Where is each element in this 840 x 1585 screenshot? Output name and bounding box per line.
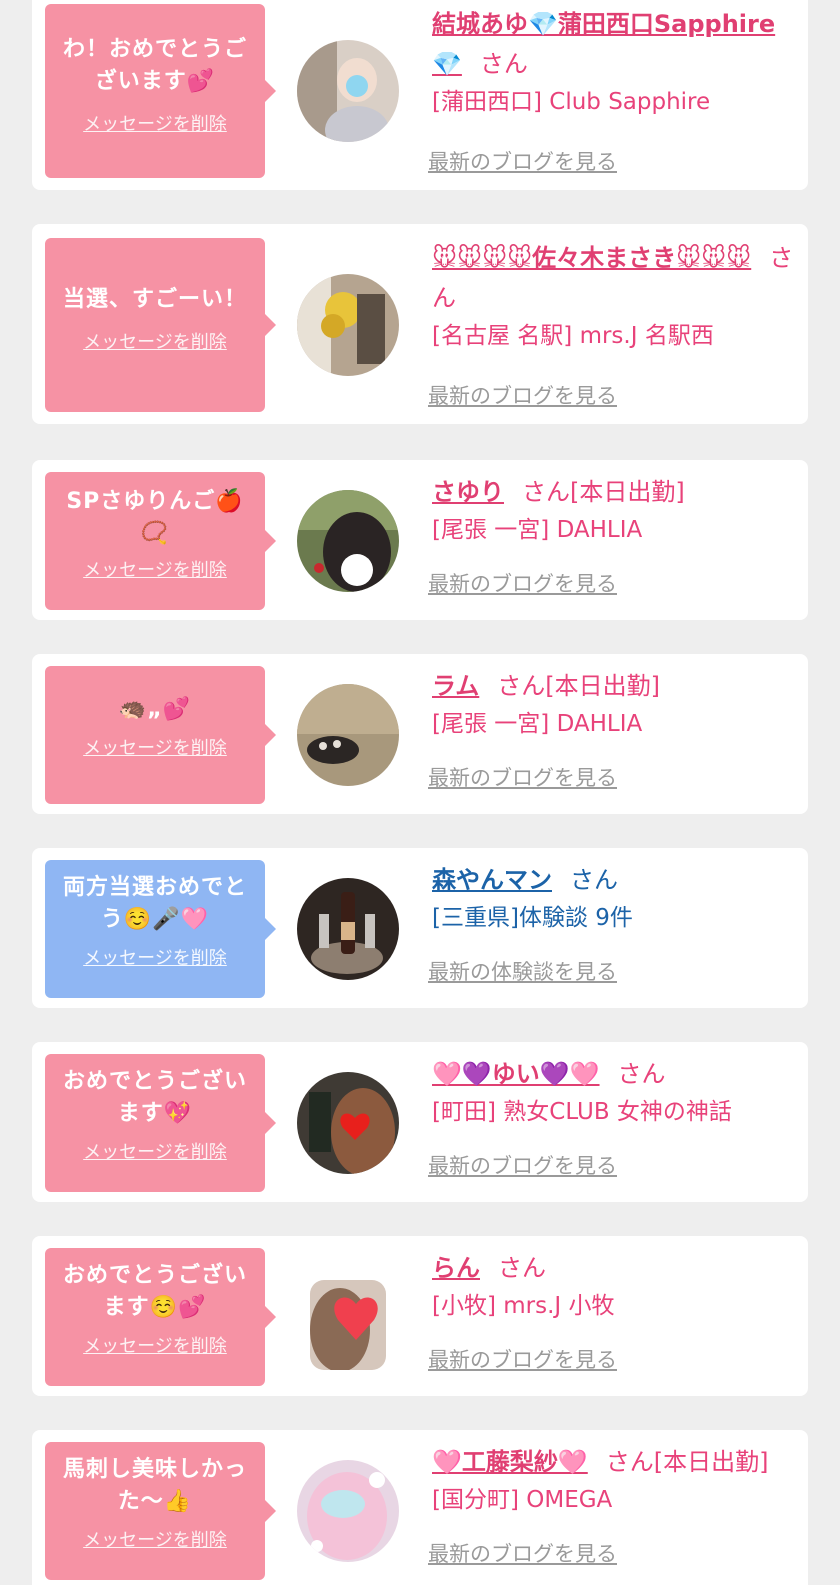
honorific-text: さん [498, 1254, 546, 1282]
message-bubble: 当選、すごーい！ メッセージを削除 [45, 238, 276, 412]
honorific-text: さん [522, 478, 570, 506]
profile-name-link[interactable]: 森やんマン [432, 866, 552, 894]
message-text: おめでとうございます💖 [62, 1069, 247, 1126]
profile-info: さゆり さん[本日出勤] [尾張 一宮] DAHLIA [432, 472, 802, 546]
avatar-photo-icon [310, 1280, 386, 1370]
avatar[interactable] [297, 684, 399, 786]
message-bubble: わ！おめでとうございます💕 メッセージを削除 [45, 4, 276, 178]
latest-blog-link[interactable]: 最新のブログを見る [428, 146, 617, 176]
latest-blog-link[interactable]: 最新のブログを見る [428, 1538, 617, 1568]
profile-name-link[interactable]: 🐭🐭🐭🐭佐々木まさき🐭🐭🐭 [432, 244, 751, 272]
profile-info: 🩷💜ゆい💜🩷 さん [町田] 熟女CLUB 女神の神話 [432, 1054, 802, 1128]
latest-review-link[interactable]: 最新の体験談を見る [428, 956, 617, 986]
profile-name-link[interactable]: 🩷工藤梨紗🩷 [432, 1448, 588, 1476]
profile-name-link[interactable]: らん [432, 1254, 480, 1282]
avatar[interactable] [297, 490, 399, 592]
delete-message-link[interactable]: メッセージを削除 [55, 944, 255, 970]
message-bubble: SPさゆりんご🍎📿 メッセージを削除 [45, 472, 276, 610]
profile-info: 🩷工藤梨紗🩷 さん[本日出勤] [国分町] OMEGA [432, 1442, 802, 1516]
message-text: おめでとうございます☺️💕 [62, 1263, 247, 1320]
delete-message-link[interactable]: メッセージを削除 [55, 1138, 255, 1164]
list-item: 両方当選おめでとう☺️🎤🩷 メッセージを削除 森やんマン さん [三重県]体験談 … [32, 848, 808, 1008]
message-bubble: おめでとうございます☺️💕 メッセージを削除 [45, 1248, 276, 1386]
honorific-text: さん [497, 672, 546, 700]
message-text: 🦔„💕 [118, 697, 192, 722]
honorific-text: さん [570, 866, 618, 894]
avatar-photo-icon [297, 878, 399, 980]
avatar[interactable] [310, 1280, 386, 1370]
avatar-photo-icon [297, 490, 399, 592]
profile-name-link[interactable]: さゆり [432, 478, 504, 506]
latest-blog-link[interactable]: 最新のブログを見る [428, 1150, 617, 1180]
avatar-photo-icon [297, 1072, 399, 1174]
profile-info: 🐭🐭🐭🐭佐々木まさき🐭🐭🐭 さん [名古屋 名駅] mrs.J 名駅西 [432, 238, 802, 352]
message-bubble: 馬刺し美味しかった〜👍 メッセージを削除 [45, 1442, 276, 1580]
delete-message-link[interactable]: メッセージを削除 [55, 328, 255, 354]
avatar[interactable] [297, 40, 399, 142]
shop-text: [三重県]体験談 9件 [432, 905, 633, 931]
avatar[interactable] [297, 1460, 399, 1562]
message-bubble: おめでとうございます💖 メッセージを削除 [45, 1054, 276, 1192]
avatar-photo-icon [297, 684, 399, 786]
delete-message-link[interactable]: メッセージを削除 [55, 110, 255, 136]
shop-text: [名古屋 名駅] mrs.J 名駅西 [432, 323, 714, 349]
list-item: SPさゆりんご🍎📿 メッセージを削除 さゆり さん[本日出勤] [尾張 一宮] D… [32, 460, 808, 620]
list-item: わ！おめでとうございます💕 メッセージを削除 結城あゆ💎蒲田西口Sapphire… [32, 0, 808, 190]
delete-message-link[interactable]: メッセージを削除 [55, 1332, 255, 1358]
profile-name-link[interactable]: ラム [432, 672, 479, 700]
delete-message-link[interactable]: メッセージを削除 [55, 556, 255, 582]
shop-text: [小牧] mrs.J 小牧 [432, 1293, 615, 1319]
shop-text: [町田] 熟女CLUB 女神の神話 [432, 1099, 732, 1125]
avatar[interactable] [297, 1072, 399, 1174]
shop-text: [尾張 一宮] DAHLIA [432, 517, 643, 543]
avatar[interactable] [297, 274, 399, 376]
message-bubble: 両方当選おめでとう☺️🎤🩷 メッセージを削除 [45, 860, 276, 998]
latest-blog-link[interactable]: 最新のブログを見る [428, 1344, 617, 1374]
status-text: [本日出勤] [545, 672, 661, 700]
profile-info: ラム さん[本日出勤] [尾張 一宮] DAHLIA [432, 666, 802, 740]
delete-message-link[interactable]: メッセージを削除 [55, 1526, 255, 1552]
list-item: 馬刺し美味しかった〜👍 メッセージを削除 🩷工藤梨紗🩷 さん[本日出勤] [国分町… [32, 1430, 808, 1585]
list-item: 🦔„💕 メッセージを削除 ラム さん[本日出勤] [尾張 一宮] DAHLIA 最… [32, 654, 808, 814]
list-item: おめでとうございます💖 メッセージを削除 🩷💜ゆい💜🩷 さん [町田] 熟女CLU… [32, 1042, 808, 1202]
delete-message-link[interactable]: メッセージを削除 [55, 734, 255, 760]
message-bubble: 🦔„💕 メッセージを削除 [45, 666, 276, 804]
list-item: おめでとうございます☺️💕 メッセージを削除 らん さん [小牧] mrs.J 小… [32, 1236, 808, 1396]
message-text: 当選、すごーい！ [62, 287, 247, 312]
message-text: わ！おめでとうございます💕 [62, 37, 247, 94]
profile-info: らん さん [小牧] mrs.J 小牧 [432, 1248, 802, 1322]
shop-text: [尾張 一宮] DAHLIA [432, 711, 643, 737]
shop-text: [蒲田西口] Club Sapphire [432, 89, 711, 115]
latest-blog-link[interactable]: 最新のブログを見る [428, 568, 617, 598]
profile-info: 森やんマン さん [三重県]体験談 9件 [432, 860, 802, 934]
honorific-text: さん [605, 1448, 654, 1476]
avatar-photo-icon [297, 1460, 399, 1562]
list-item: 当選、すごーい！ メッセージを削除 🐭🐭🐭🐭佐々木まさき🐭🐭🐭 さん [名古屋 名… [32, 224, 808, 424]
profile-info: 結城あゆ💎蒲田西口Sapphire💎 さん [蒲田西口] Club Sapphir… [432, 4, 802, 118]
message-text: SPさゆりんご🍎📿 [66, 489, 244, 546]
message-text: 両方当選おめでとう☺️🎤🩷 [62, 875, 247, 932]
message-list: わ！おめでとうございます💕 メッセージを削除 結城あゆ💎蒲田西口Sapphire… [0, 0, 840, 1585]
avatar[interactable] [297, 878, 399, 980]
avatar-photo-icon [297, 274, 399, 376]
honorific-text: さん [479, 50, 528, 78]
shop-text: [国分町] OMEGA [432, 1487, 613, 1513]
latest-blog-link[interactable]: 最新のブログを見る [428, 380, 617, 410]
message-text: 馬刺し美味しかった〜👍 [62, 1457, 247, 1514]
status-text: [本日出勤] [570, 478, 685, 506]
profile-name-link[interactable]: 🩷💜ゆい💜🩷 [432, 1060, 600, 1088]
avatar-photo-icon [297, 40, 399, 142]
status-text: [本日出勤] [653, 1448, 769, 1476]
honorific-text: さん [617, 1060, 666, 1088]
latest-blog-link[interactable]: 最新のブログを見る [428, 762, 617, 792]
